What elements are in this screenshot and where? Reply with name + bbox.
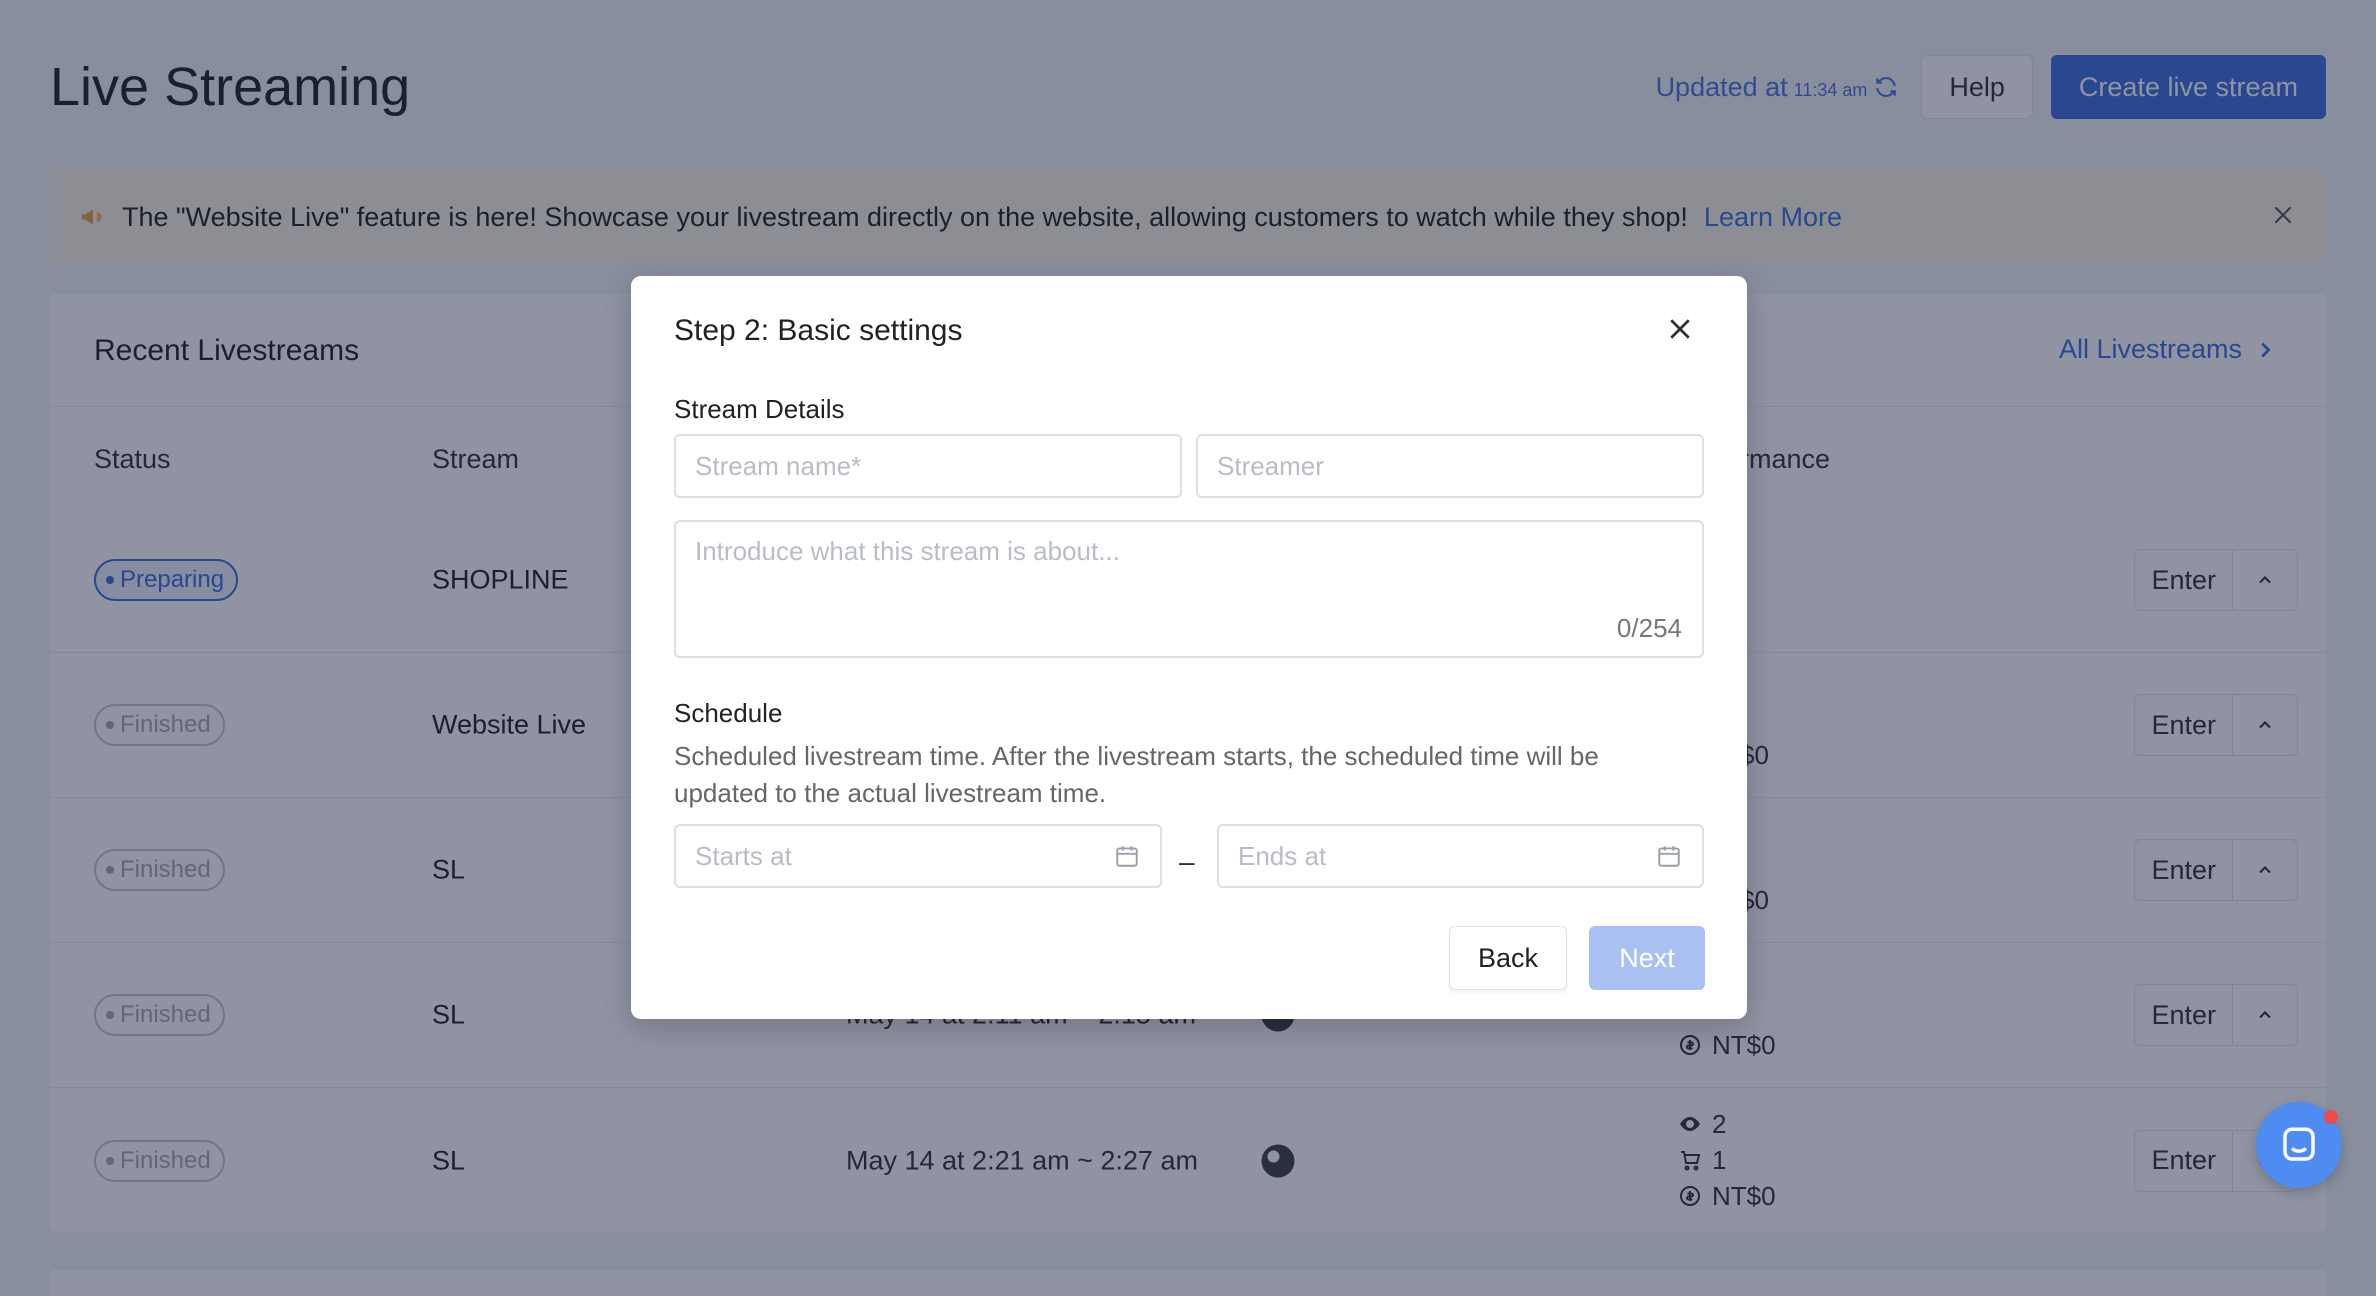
modal-title: Step 2: Basic settings	[674, 314, 963, 347]
back-button[interactable]: Back	[1449, 926, 1567, 990]
calendar-icon	[1658, 846, 1680, 867]
streamer-input[interactable]: Streamer	[1196, 434, 1704, 498]
stream-name-input[interactable]: Stream name*	[674, 434, 1182, 498]
description-textarea[interactable]: Introduce what this stream is about... 0…	[674, 520, 1704, 658]
ends-at-placeholder: Ends at	[1238, 840, 1327, 871]
close-icon[interactable]	[1665, 314, 1695, 344]
next-button[interactable]: Next	[1589, 926, 1705, 990]
schedule-help-text: Scheduled livestream time. After the liv…	[674, 741, 1599, 808]
character-counter: 0/254	[1616, 613, 1682, 643]
ends-at-input[interactable]: Ends at	[1217, 824, 1704, 888]
chat-launcher-button[interactable]	[2256, 1102, 2342, 1188]
description-placeholder: Introduce what this stream is about...	[695, 536, 1120, 566]
chat-icon	[2283, 1127, 2315, 1161]
stream-details-label: Stream Details	[674, 394, 845, 424]
range-separator: –	[1179, 846, 1195, 877]
calendar-icon	[1116, 846, 1138, 867]
notification-dot	[2324, 1110, 2338, 1124]
starts-at-placeholder: Starts at	[695, 840, 792, 871]
schedule-label: Schedule	[674, 698, 783, 728]
starts-at-input[interactable]: Starts at	[674, 824, 1162, 888]
basic-settings-modal: Step 2: Basic settings Stream Details St…	[631, 276, 1747, 1019]
